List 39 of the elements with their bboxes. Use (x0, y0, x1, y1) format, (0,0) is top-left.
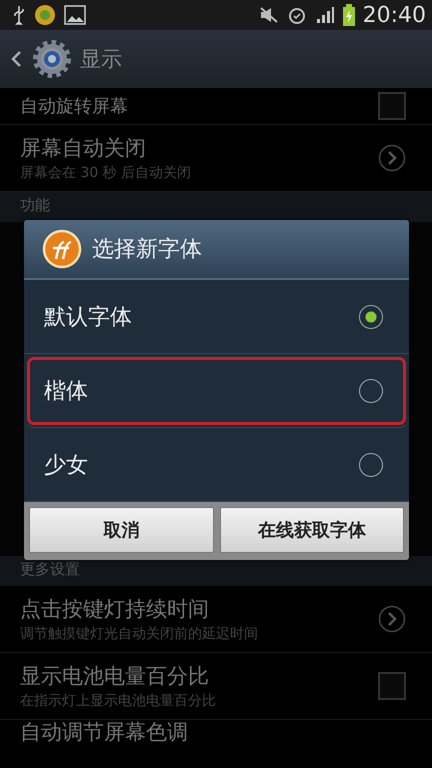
screen-title: 显示 (80, 46, 122, 73)
setting-row[interactable]: 自动调节屏幕色调 (0, 720, 432, 748)
setting-title: 点击按键灯持续时间 (20, 596, 210, 623)
checkbox[interactable] (378, 92, 406, 120)
back-chevron-icon (10, 50, 22, 68)
clock-time: 20:40 (362, 2, 426, 28)
app-icon (34, 4, 56, 26)
font-app-icon (42, 229, 82, 269)
chevron-circle-icon (378, 605, 406, 633)
alarm-icon (286, 5, 307, 25)
setting-description: 调节触摸键灯光自动关闭前的延迟时间 (20, 625, 259, 643)
signal-icon (314, 6, 335, 24)
setting-description: 屏幕会在 30 秒 后自动关闭 (20, 164, 192, 182)
radio-button[interactable] (359, 378, 383, 402)
battery-charging-icon (342, 4, 355, 26)
picture-icon (64, 5, 86, 25)
setting-title: 显示电池电量百分比 (20, 663, 210, 690)
font-name: 少女 (44, 452, 88, 480)
settings-icon (32, 39, 72, 79)
dialog-button[interactable]: 在线获取字体 (220, 507, 404, 553)
font-name: 默认字体 (44, 304, 132, 332)
setting-title: 自动旋转屏幕 (20, 95, 129, 118)
setting-row[interactable]: 自动旋转屏幕 (0, 88, 432, 125)
setting-title: 屏幕自动关闭 (20, 135, 147, 162)
section-header: 功能 (0, 192, 432, 222)
setting-row[interactable]: 显示电池电量百分比 在指示灯上显示电池电量百分比 (0, 653, 432, 720)
font-name: 楷体 (44, 378, 88, 406)
font-option[interactable]: 楷体 (24, 354, 409, 428)
font-option[interactable]: 默认字体 (24, 280, 409, 354)
checkbox[interactable] (378, 672, 406, 700)
dialog-title: 选择新字体 (92, 236, 202, 264)
radio-button[interactable] (359, 304, 383, 328)
setting-description: 在指示灯上显示电池电量百分比 (20, 692, 217, 710)
usb-icon (12, 5, 26, 25)
dialog-button[interactable]: 取消 (29, 507, 214, 553)
mute-icon (258, 6, 279, 24)
chevron-circle-icon (378, 144, 406, 172)
radio-button[interactable] (359, 452, 383, 476)
setting-row[interactable]: 点击按键灯持续时间 调节触摸键灯光自动关闭前的延迟时间 (0, 586, 432, 653)
